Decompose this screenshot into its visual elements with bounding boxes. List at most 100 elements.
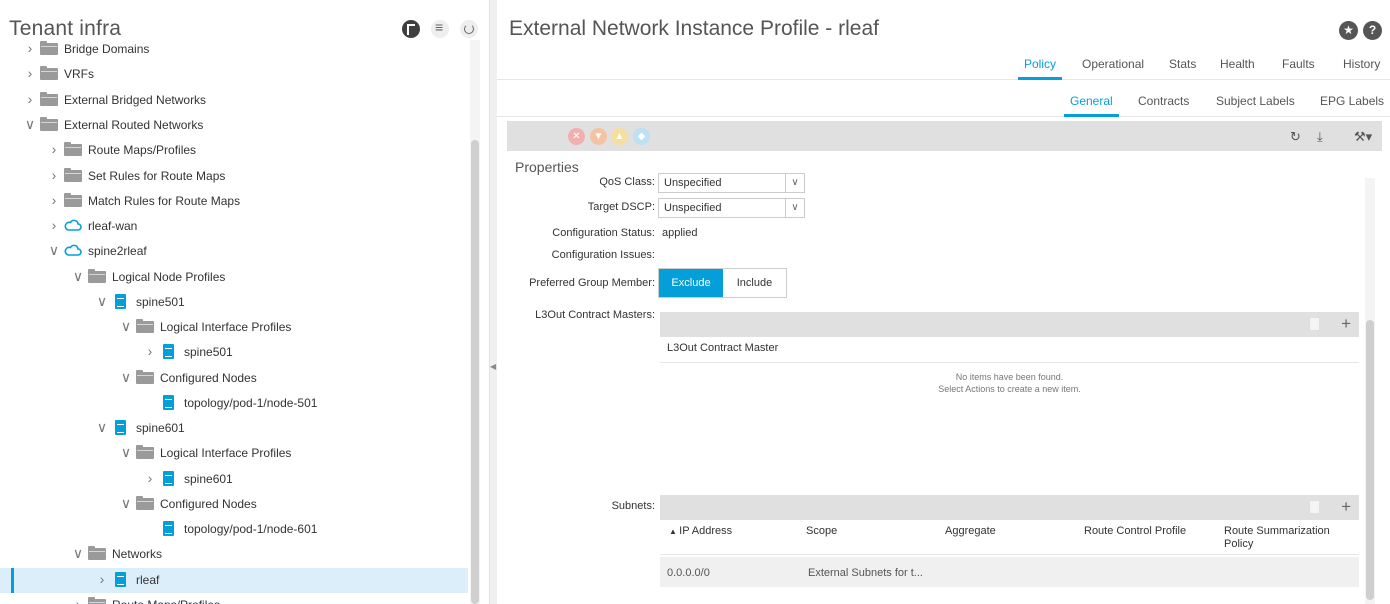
- trash-icon[interactable]: [1310, 501, 1319, 513]
- chevron-down-icon[interactable]: ∨: [72, 269, 84, 283]
- chevron-right-icon[interactable]: ›: [48, 142, 60, 156]
- column-header-ip[interactable]: ▲ IP Address: [669, 525, 732, 537]
- major-fault-icon[interactable]: ▼: [590, 128, 607, 145]
- tab-policy[interactable]: Policy: [1017, 57, 1063, 80]
- tree-item[interactable]: ∨ Logical Node Profiles: [0, 265, 468, 290]
- l3out-masters-table: + L3Out Contract Master No items have be…: [660, 312, 1359, 482]
- tree-item[interactable]: › Match Rules for Route Maps: [0, 189, 468, 214]
- critical-fault-icon[interactable]: ✕: [568, 128, 585, 145]
- include-option[interactable]: Include: [723, 269, 786, 297]
- tree-item-label: Match Rules for Route Maps: [88, 194, 241, 208]
- tree-item[interactable]: ∨ Configured Nodes: [0, 492, 468, 517]
- chevron-right-icon[interactable]: ›: [72, 597, 84, 604]
- add-icon[interactable]: +: [1341, 314, 1351, 334]
- tree-item-label: External Routed Networks: [64, 118, 204, 132]
- policy-usage-icon[interactable]: [402, 20, 420, 38]
- work-pane: External Network Instance Profile - rlea…: [497, 0, 1390, 604]
- chevron-right-icon[interactable]: ›: [96, 572, 108, 586]
- refresh-icon[interactable]: ↻: [1290, 129, 1301, 145]
- chevron-right-icon[interactable]: ›: [24, 41, 36, 55]
- tree-item[interactable]: › spine501: [0, 340, 468, 365]
- tree-item[interactable]: › Bridge Domains: [0, 40, 468, 62]
- chevron-down-icon[interactable]: ∨: [24, 117, 36, 131]
- chevron-down-icon[interactable]: ∨: [96, 420, 108, 434]
- chevron-right-icon[interactable]: ›: [24, 92, 36, 106]
- tree-item-label: spine501: [136, 295, 185, 309]
- qos-class-label: QoS Class:: [599, 176, 655, 188]
- qos-class-select[interactable]: Unspecified ∨: [658, 173, 805, 193]
- tree-item[interactable]: ∨ spine501: [0, 290, 468, 315]
- tree-item[interactable]: › rleaf: [0, 568, 468, 593]
- tab-faults[interactable]: Faults: [1282, 57, 1315, 71]
- refresh-icon[interactable]: [460, 20, 478, 38]
- tree-item-label: Logical Interface Profiles: [160, 320, 292, 334]
- subtab-general[interactable]: General: [1064, 94, 1119, 117]
- chevron-right-icon[interactable]: ›: [144, 344, 156, 358]
- help-icon[interactable]: ?: [1363, 21, 1382, 40]
- tools-icon[interactable]: ⚒▾: [1354, 129, 1372, 145]
- chevron-right-icon[interactable]: ›: [48, 218, 60, 232]
- chevron-down-icon[interactable]: ∨: [120, 496, 132, 510]
- chevron-down-icon[interactable]: ∨: [48, 243, 60, 257]
- chevron-right-icon[interactable]: ›: [48, 193, 60, 207]
- subtab-subject-labels[interactable]: Subject Labels: [1216, 94, 1295, 108]
- config-status-label: Configuration Status:: [552, 227, 655, 239]
- minor-fault-icon[interactable]: ▲: [611, 128, 628, 145]
- tree-item[interactable]: ∨ spine601: [0, 416, 468, 441]
- tree-item[interactable]: ∨ Logical Interface Profiles: [0, 441, 468, 466]
- tree-item[interactable]: ∨ spine2rleaf: [0, 239, 468, 264]
- table-row[interactable]: 0.0.0.0/0 External Subnets for t...: [660, 557, 1359, 587]
- chevron-right-icon[interactable]: ›: [24, 66, 36, 80]
- star-icon[interactable]: ★: [1339, 21, 1358, 40]
- pane-splitter[interactable]: [489, 0, 497, 604]
- tree-item-label: rleaf-wan: [88, 219, 138, 233]
- trash-icon[interactable]: [1310, 318, 1319, 330]
- tree-item[interactable]: ∨ Logical Interface Profiles: [0, 315, 468, 340]
- tree-item-label: topology/pod-1/node-501: [184, 396, 318, 410]
- table-toolbar: +: [660, 312, 1359, 337]
- add-icon[interactable]: +: [1341, 497, 1351, 517]
- subnets-table: + ▲ IP Address Scope Aggregate Route Con…: [660, 495, 1359, 595]
- navigation-tree: › Bridge Domains › VRFs › External Bridged Ne…: [0, 40, 470, 604]
- tree-item[interactable]: ∨ External Routed Networks: [0, 113, 468, 138]
- column-header-route-summarization[interactable]: Route Summarization Policy: [1224, 525, 1354, 551]
- tree-item[interactable]: ∨ Networks: [0, 542, 468, 567]
- tab-operational[interactable]: Operational: [1082, 57, 1144, 71]
- filter-icon[interactable]: [431, 19, 449, 38]
- chevron-right-icon[interactable]: ›: [48, 168, 60, 182]
- tree-item[interactable]: topology/pod-1/node-601: [0, 517, 468, 542]
- tree-item[interactable]: › External Bridged Networks: [0, 88, 468, 113]
- column-header-route-control-profile[interactable]: Route Control Profile: [1084, 525, 1186, 537]
- collapse-arrow-icon[interactable]: ◀: [490, 362, 496, 371]
- content-scrollbar-thumb[interactable]: [1366, 320, 1374, 600]
- sort-asc-icon: ▲: [669, 527, 680, 536]
- chevron-down-icon[interactable]: ∨: [120, 445, 132, 459]
- column-header-aggregate[interactable]: Aggregate: [945, 525, 996, 537]
- folder-icon: [136, 445, 154, 459]
- tree-item[interactable]: › spine601: [0, 467, 468, 492]
- tree-item[interactable]: › rleaf-wan: [0, 214, 468, 239]
- chevron-down-icon[interactable]: ∨: [96, 294, 108, 308]
- tree-item[interactable]: › VRFs: [0, 62, 468, 87]
- tree-item[interactable]: topology/pod-1/node-501: [0, 391, 468, 416]
- exclude-option[interactable]: Exclude: [659, 269, 723, 297]
- tree-scrollbar-thumb[interactable]: [471, 140, 479, 604]
- tab-history[interactable]: History: [1343, 57, 1380, 71]
- download-icon[interactable]: ⤓: [1317, 129, 1323, 145]
- chevron-down-icon[interactable]: ∨: [72, 546, 84, 560]
- warning-fault-icon[interactable]: ◆: [633, 128, 650, 145]
- tree-item[interactable]: ∨ Configured Nodes: [0, 366, 468, 391]
- tab-health[interactable]: Health: [1220, 57, 1255, 71]
- tree-item[interactable]: › Route Maps/Profiles: [0, 593, 468, 604]
- chevron-right-icon[interactable]: ›: [144, 471, 156, 485]
- column-header-scope[interactable]: Scope: [806, 525, 837, 537]
- tab-stats[interactable]: Stats: [1169, 57, 1196, 71]
- tree-item[interactable]: › Route Maps/Profiles: [0, 138, 468, 163]
- chevron-down-icon[interactable]: ∨: [120, 370, 132, 384]
- tree-item[interactable]: › Set Rules for Route Maps: [0, 164, 468, 189]
- subtab-epg-labels[interactable]: EPG Labels: [1320, 94, 1384, 108]
- subtab-contracts[interactable]: Contracts: [1138, 94, 1189, 108]
- target-dscp-select[interactable]: Unspecified ∨: [658, 198, 805, 218]
- column-header[interactable]: L3Out Contract Master: [667, 342, 778, 354]
- chevron-down-icon[interactable]: ∨: [120, 319, 132, 333]
